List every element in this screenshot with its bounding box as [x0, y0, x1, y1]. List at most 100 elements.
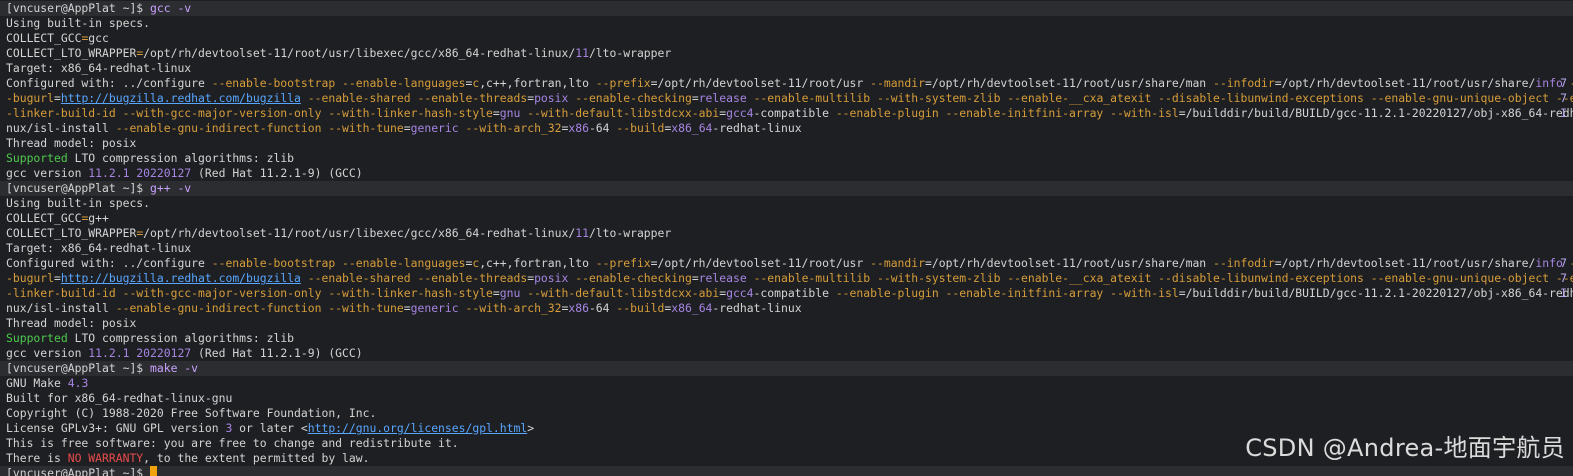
output-text: --enable-multilib --with-system-zlib --e…	[753, 271, 1573, 285]
prompt-line: [vncuser@AppPlat ~]$ make -v	[0, 361, 1573, 376]
output-line: Target: x86_64-redhat-linux	[0, 61, 1573, 76]
output-text: --enable-bootstrap --enable-languages	[211, 76, 466, 90]
output-text: info	[1535, 256, 1563, 270]
output-text: ,c++,fortran,lto	[479, 76, 596, 90]
command-text: gcc -v	[150, 1, 192, 15]
output-text: =/builddir/build/BUILD/gcc-11.2.1-202201…	[1178, 286, 1573, 300]
output-text: release	[698, 271, 747, 285]
output-text: --prefix	[595, 76, 651, 90]
command-text: make -v	[150, 361, 199, 375]
output-text: nux/isl-install	[6, 121, 116, 135]
output-text: info	[1535, 76, 1563, 90]
output-text: -compatible	[753, 106, 836, 120]
output-text: NO WARRANTY	[67, 451, 144, 465]
output-text: --enable-checking	[575, 271, 692, 285]
url-text[interactable]: http://gnu.org/licenses/gpl.html	[308, 421, 527, 435]
output-text: generic	[410, 301, 459, 315]
line-wrap-marker: 7	[1560, 271, 1567, 285]
output-text: [vncuser@AppPlat ~]$	[6, 1, 151, 15]
output-text: 11.2.1 20220127	[88, 166, 192, 180]
output-text: Target: x86_64-redhat-linux	[6, 61, 192, 75]
line-wrap-marker: 7	[1560, 76, 1567, 90]
url-text[interactable]: http://bugzilla.redhat.com/bugzilla	[61, 271, 301, 285]
terminal-output[interactable]: [vncuser@AppPlat ~]$ gcc -v Using built-i…	[0, 1, 1573, 476]
output-text: (Red Hat 11.2.1-9) (GCC)	[191, 166, 363, 180]
output-line: Thread model: posix	[0, 316, 1573, 331]
output-text: COLLECT_GCC	[6, 211, 82, 225]
line-wrap-marker: 7	[1560, 91, 1567, 105]
output-text: --mandir	[870, 256, 925, 270]
output-text: x86	[568, 121, 589, 135]
output-text: Thread model: posix	[6, 316, 137, 330]
output-text: --enable-plugin --enable-initfini-array …	[835, 286, 1179, 300]
output-text: Target: x86_64-redhat-linux	[6, 241, 192, 255]
output-text: ,c++,fortran,lto	[479, 256, 596, 270]
output-line: nux/isl-install --enable-gnu-indirect-fu…	[0, 121, 1573, 136]
output-text: --enable-multilib --with-system-zlib --e…	[753, 91, 1573, 105]
output-line: Supported LTO compression algorithms: zl…	[0, 151, 1573, 166]
output-text: =	[691, 91, 699, 105]
prompt-line: [vncuser@AppPlat ~]$ gcc -v	[0, 1, 1573, 16]
output-text: nux/isl-install	[6, 301, 116, 315]
output-text: gnu	[499, 106, 521, 120]
output-text: -64	[588, 121, 617, 135]
output-text: Thread model: posix	[6, 136, 137, 150]
output-text: x86_64	[671, 121, 713, 135]
line-wrap-marker: I	[1560, 286, 1567, 300]
output-text: Using built-in specs.	[6, 16, 151, 30]
output-text: --infodir	[1213, 256, 1275, 270]
output-text: =/opt/rh/devtoolset-11/root/usr/share/ma…	[925, 76, 1214, 90]
output-text: This is free software: you are free to c…	[6, 436, 459, 450]
output-text: =	[492, 106, 500, 120]
output-text: -redhat-linux	[712, 121, 802, 135]
output-text: [vncuser@AppPlat ~]$	[6, 181, 151, 195]
output-text: COLLECT_LTO_WRAPPER	[6, 226, 137, 240]
output-line: Using built-in specs.	[0, 16, 1573, 31]
output-text: =/opt/rh/devtoolset-11/root/usr/share/ma…	[925, 256, 1214, 270]
output-text: There is	[6, 451, 68, 465]
output-text: --with-arch_32	[465, 121, 562, 135]
output-text: g++	[88, 211, 109, 225]
output-line: -bugurl=http://bugzilla.redhat.com/bugzi…	[0, 91, 1573, 106]
output-text: Copyright (C) 1988-2020 Free Software Fo…	[6, 406, 377, 420]
output-text: generic	[410, 121, 459, 135]
output-line: Built for x86_64-redhat-linux-gnu	[0, 391, 1573, 406]
output-text: x86	[568, 301, 589, 315]
output-text: =	[492, 286, 500, 300]
output-text: COLLECT_LTO_WRAPPER	[6, 46, 137, 60]
output-text: Supported	[6, 151, 68, 165]
prompt-line: [vncuser@AppPlat ~]$	[0, 466, 1573, 476]
output-text: -bugurl	[6, 271, 55, 285]
output-text: --enable-checking	[575, 91, 692, 105]
output-line: COLLECT_LTO_WRAPPER=/opt/rh/devtoolset-1…	[0, 226, 1573, 241]
output-text: --enable-bootstrap --enable-languages	[211, 256, 466, 270]
output-text: /opt/rh/devtoolset-11/root/usr/libexec/g…	[143, 226, 576, 240]
output-line: Supported LTO compression algorithms: zl…	[0, 331, 1573, 346]
output-text: =/builddir/build/BUILD/gcc-11.2.1-202201…	[1178, 106, 1573, 120]
output-line: Thread model: posix	[0, 136, 1573, 151]
output-text: --enable-shared --enable-threads	[307, 271, 528, 285]
output-text: posix	[534, 271, 569, 285]
output-text: Using built-in specs.	[6, 196, 151, 210]
output-line: Configured with: ../configure --enable-b…	[0, 256, 1573, 271]
url-text[interactable]: http://bugzilla.redhat.com/bugzilla	[61, 91, 301, 105]
output-text: gcc4	[726, 106, 754, 120]
output-line: COLLECT_GCC=g++	[0, 211, 1573, 226]
output-text: =/opt/rh/devtoolset-11/root/usr	[650, 76, 871, 90]
output-text: --enable-gnu-indirect-function --with-tu…	[115, 301, 404, 315]
output-text: -linker-build-id --with-gcc-major-versio…	[6, 286, 493, 300]
output-text: =/opt/rh/devtoolset-11/root/usr/share/	[1274, 76, 1536, 90]
output-text: =	[403, 301, 411, 315]
output-text: [vncuser@AppPlat ~]$	[6, 466, 151, 476]
output-text: LTO compression algorithms: zlib	[67, 331, 295, 345]
output-text: -64	[588, 301, 617, 315]
output-text: --with-default-libstdcxx-abi	[527, 286, 720, 300]
output-line: COLLECT_GCC=gcc	[0, 31, 1573, 46]
output-text: =	[691, 271, 699, 285]
output-line: Target: x86_64-redhat-linux	[0, 241, 1573, 256]
output-text: posix	[534, 91, 569, 105]
output-text: /opt/rh/devtoolset-11/root/usr/libexec/g…	[143, 46, 576, 60]
